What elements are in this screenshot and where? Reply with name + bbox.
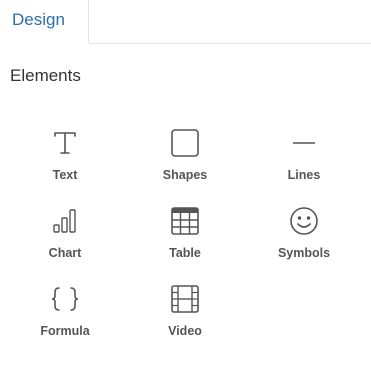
element-label: Video: [168, 324, 202, 338]
element-symbols[interactable]: Symbols: [249, 196, 359, 266]
tab-bar: Design: [0, 0, 371, 44]
element-label: Table: [169, 246, 201, 260]
film-icon: [170, 284, 200, 314]
tab-bar-empty: [89, 0, 371, 44]
text-icon: [50, 128, 80, 158]
element-video[interactable]: Video: [130, 274, 240, 344]
tab-design-label: Design: [12, 10, 65, 29]
braces-icon: [50, 284, 80, 314]
element-chart[interactable]: Chart: [10, 196, 120, 266]
element-shapes[interactable]: Shapes: [130, 118, 240, 188]
element-label: Lines: [287, 168, 321, 182]
square-icon: [170, 128, 200, 158]
element-lines[interactable]: Lines: [249, 118, 359, 188]
element-text[interactable]: Text: [10, 118, 120, 188]
element-formula[interactable]: Formula: [10, 274, 120, 344]
line-icon: [289, 128, 319, 158]
section-title: Elements: [10, 66, 81, 85]
smiley-icon: [289, 206, 319, 236]
element-label: Formula: [40, 324, 90, 338]
tab-design[interactable]: Design: [0, 0, 89, 43]
element-label: Shapes: [162, 168, 208, 182]
element-label: Chart: [48, 246, 82, 260]
element-table[interactable]: Table: [130, 196, 240, 266]
bar-chart-icon: [50, 206, 80, 236]
table-icon: [170, 206, 200, 236]
element-label: Symbols: [277, 246, 331, 260]
element-label: Text: [52, 168, 78, 182]
